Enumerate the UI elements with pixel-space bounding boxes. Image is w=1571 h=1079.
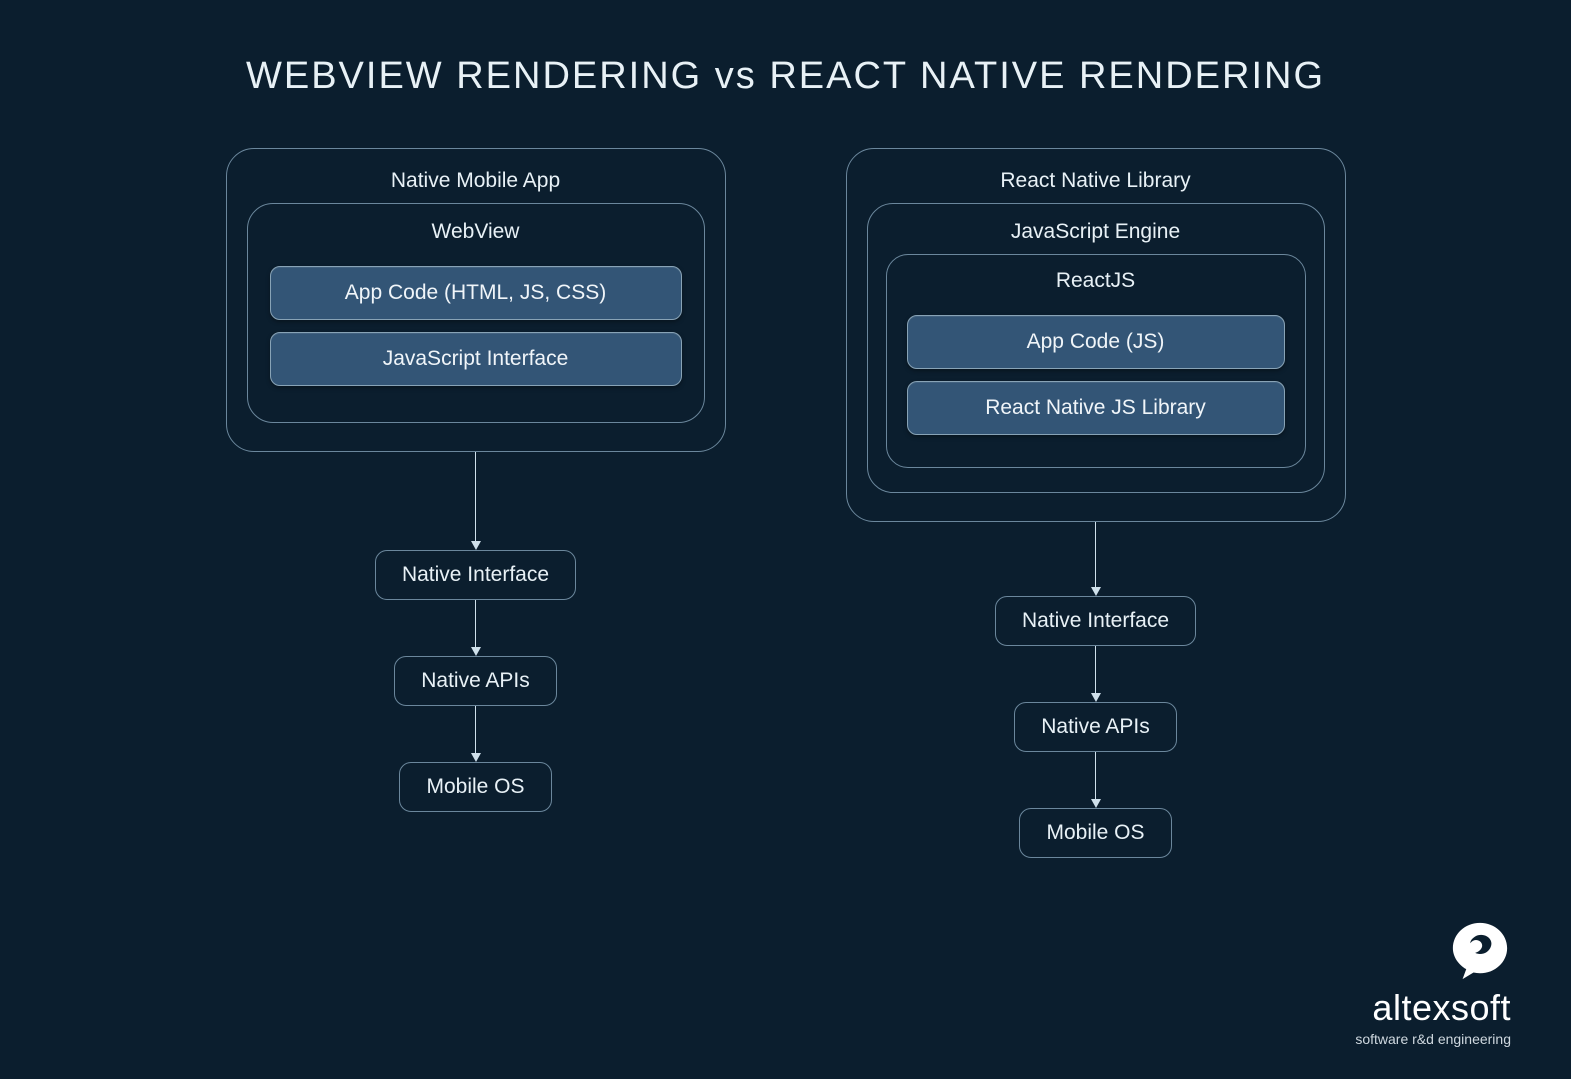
left-flow-native-apis: Native APIs xyxy=(394,656,557,706)
arrow-icon xyxy=(1091,522,1101,596)
left-outer-container: Native Mobile App WebView App Code (HTML… xyxy=(226,148,726,452)
arrow-icon xyxy=(1091,752,1101,808)
right-flow-native-interface: Native Interface xyxy=(995,596,1196,646)
brand-tagline: software r&d engineering xyxy=(1355,1031,1511,1047)
right-bar-rnlib: React Native JS Library xyxy=(907,381,1285,435)
right-flow-native-apis: Native APIs xyxy=(1014,702,1177,752)
right-inner-container: ReactJS App Code (JS) React Native JS Li… xyxy=(886,254,1306,468)
arrow-icon xyxy=(471,452,481,550)
diagram-title: WEBVIEW RENDERING vs REACT NATIVE RENDER… xyxy=(0,0,1571,98)
left-bar-jsinterface: JavaScript Interface xyxy=(270,332,682,386)
left-flow-mobile-os: Mobile OS xyxy=(399,762,551,812)
right-bar-appcode: App Code (JS) xyxy=(907,315,1285,369)
left-column: Native Mobile App WebView App Code (HTML… xyxy=(226,148,726,858)
left-bar-appcode: App Code (HTML, JS, CSS) xyxy=(270,266,682,320)
arrow-icon xyxy=(1091,646,1101,702)
right-outer-label: React Native Library xyxy=(867,163,1325,203)
arrow-icon xyxy=(471,706,481,762)
right-flow-mobile-os: Mobile OS xyxy=(1019,808,1171,858)
brand-logo: altexsoft software r&d engineering xyxy=(1355,919,1511,1047)
diagram-columns: Native Mobile App WebView App Code (HTML… xyxy=(0,148,1571,858)
arrow-icon xyxy=(471,600,481,656)
right-inner-label: ReactJS xyxy=(903,263,1289,303)
brand-name: altexsoft xyxy=(1355,987,1511,1029)
right-mid-container: JavaScript Engine ReactJS App Code (JS) … xyxy=(867,203,1325,493)
right-outer-container: React Native Library JavaScript Engine R… xyxy=(846,148,1346,522)
left-mid-label: WebView xyxy=(266,214,686,254)
right-column: React Native Library JavaScript Engine R… xyxy=(846,148,1346,858)
right-mid-label: JavaScript Engine xyxy=(886,214,1306,254)
left-outer-label: Native Mobile App xyxy=(247,163,705,203)
altexsoft-bubble-icon xyxy=(1449,919,1511,981)
left-flow-native-interface: Native Interface xyxy=(375,550,576,600)
left-mid-container: WebView App Code (HTML, JS, CSS) JavaScr… xyxy=(247,203,705,423)
